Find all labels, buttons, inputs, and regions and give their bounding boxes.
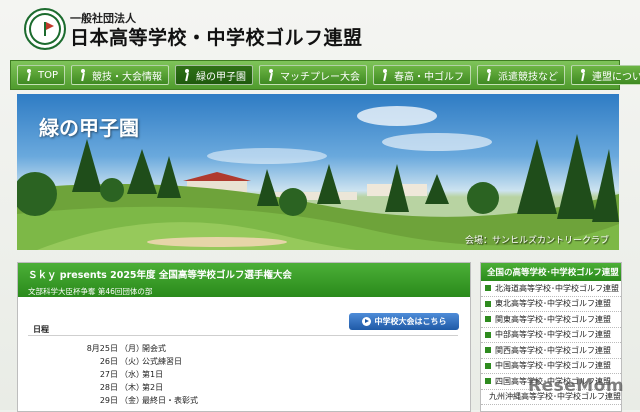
schedule-row: 8月25日 （月） 開会式 <box>48 343 198 356</box>
schedule-event: 第2日 <box>142 383 164 392</box>
sidebar-link-kansai[interactable]: 関西高等学校･中学校ゴルフ連盟 <box>481 343 621 359</box>
tournament-title: Ｓｋｙ presents 2025年度 全国高等学校ゴルフ選手権大会 <box>28 270 292 281</box>
schedule-date: 26日 <box>99 357 118 366</box>
bullet-icon <box>485 300 491 307</box>
main-nav: TOP 競技・大会情報 緑の甲子園 マッチプレー大会 春高・中ゴルフ 派遣競技な… <box>10 60 640 90</box>
sidebar-link-tohoku[interactable]: 東北高等学校･中学校ゴルフ連盟 <box>481 297 621 312</box>
schedule-event: 第1日 <box>142 370 164 379</box>
golfer-icon <box>380 69 390 81</box>
federation-logo[interactable] <box>24 8 66 50</box>
schedule-day: （木） <box>120 383 144 392</box>
nav-item-dispatch[interactable]: 派遣競技など <box>477 65 566 85</box>
golfer-icon <box>78 69 88 81</box>
golfer-icon <box>484 69 494 81</box>
nav-label: 連盟について <box>592 71 640 83</box>
nav-item-competitions[interactable]: 競技・大会情報 <box>71 65 170 85</box>
nav-item-match-play[interactable]: マッチプレー大会 <box>259 65 368 85</box>
nav-label: TOP <box>38 69 59 81</box>
sidebar-link-chubu[interactable]: 中部高等学校･中学校ゴルフ連盟 <box>481 328 621 343</box>
schedule-event: 最終日・表彰式 <box>142 396 198 405</box>
schedule-date: 27日 <box>99 370 118 379</box>
nav-label: 派遣競技など <box>498 71 559 83</box>
banner-title: 緑の甲子園 <box>39 116 139 140</box>
venue-caption: 会場：サンヒルズカントリークラブ <box>464 236 609 246</box>
golfer-icon <box>182 69 192 81</box>
nav-label: 春高・中ゴルフ <box>394 71 465 83</box>
schedule-row: 28日 （木） 第2日 <box>48 382 198 395</box>
button-label: 中学校大会はこちら <box>374 317 447 326</box>
schedule-day: （月） <box>120 344 144 353</box>
nav-item-top[interactable]: TOP <box>17 65 66 85</box>
golfer-icon <box>578 69 588 81</box>
schedule-day: （金） <box>120 396 144 405</box>
bullet-icon <box>485 362 491 369</box>
bullet-icon <box>485 378 491 385</box>
schedule-list: 8月25日 （月） 開会式 26日 （火） 公式練習日 27日 （水） 第1日 28日 （木）… <box>48 343 198 408</box>
golfer-icon <box>266 69 276 81</box>
schedule-event: 公式練習日 <box>142 357 182 366</box>
sidebar-link-label: 関西高等学校･中学校ゴルフ連盟 <box>495 345 611 355</box>
flag-icon <box>44 22 54 36</box>
sidebar-link-label: 東北高等学校･中学校ゴルフ連盟 <box>495 299 611 309</box>
sidebar-link-label: 中部高等学校･中学校ゴルフ連盟 <box>495 330 611 340</box>
hero-banner: 緑の甲子園 会場：サンヒルズカントリークラブ <box>17 94 619 250</box>
divider <box>28 335 458 336</box>
sidebar-link-chugoku[interactable]: 中国高等学校･中学校ゴルフ連盟 <box>481 359 621 374</box>
tournament-info-panel: Ｓｋｙ presents 2025年度 全国高等学校ゴルフ選手権大会 文部科学大… <box>17 262 471 412</box>
nav-item-about[interactable]: 連盟について <box>571 65 640 85</box>
schedule-date: 29日 <box>99 396 118 405</box>
tournament-subtitle: 文部科学大臣杯争奪 第46回団体の部 <box>28 287 153 296</box>
nav-item-spring[interactable]: 春高・中ゴルフ <box>373 65 472 85</box>
sidebar-title: 全国の高等学校･中学校ゴルフ連盟 <box>481 263 621 281</box>
sidebar-link-label: 北海道高等学校･中学校ゴルフ連盟 <box>495 283 619 293</box>
schedule-event: 開会式 <box>142 344 166 353</box>
schedule-row: 26日 （火） 公式練習日 <box>48 356 198 369</box>
bullet-icon <box>485 347 491 354</box>
junior-high-tournament-button[interactable]: 中学校大会はこちら <box>349 313 459 330</box>
bullet-icon <box>485 331 491 338</box>
sidebar-link-kanto[interactable]: 関東高等学校･中学校ゴルフ連盟 <box>481 312 621 328</box>
arrow-right-icon <box>361 317 371 326</box>
resemom-watermark: ReseMom <box>528 376 625 396</box>
schedule-label: 日程 <box>33 325 49 334</box>
panel-header: Ｓｋｙ presents 2025年度 全国高等学校ゴルフ選手権大会 文部科学大… <box>18 263 470 297</box>
nav-label: 緑の甲子園 <box>196 71 247 83</box>
nav-label: 競技・大会情報 <box>92 71 163 83</box>
golfer-icon <box>24 69 34 81</box>
schedule-day: （水） <box>120 370 144 379</box>
sidebar-link-label: 中国高等学校･中学校ゴルフ連盟 <box>495 361 611 371</box>
nav-label: マッチプレー大会 <box>280 71 361 83</box>
page: 一般社団法人 日本高等学校・中学校ゴルフ連盟 TOP 競技・大会情報 緑の甲子園… <box>0 0 640 412</box>
schedule-row: 27日 （水） 第1日 <box>48 369 198 382</box>
nav-item-midori-koshien[interactable]: 緑の甲子園 <box>175 65 254 85</box>
schedule-row: 29日 （金） 最終日・表彰式 <box>48 395 198 408</box>
sidebar-link-hokkaido[interactable]: 北海道高等学校･中学校ゴルフ連盟 <box>481 281 621 297</box>
bullet-icon <box>485 316 491 323</box>
sidebar-link-label: 関東高等学校･中学校ゴルフ連盟 <box>495 314 611 324</box>
org-name[interactable]: 日本高等学校・中学校ゴルフ連盟 <box>70 23 363 50</box>
schedule-date: 28日 <box>99 383 118 392</box>
schedule-day: （火） <box>120 357 144 366</box>
bullet-icon <box>485 285 491 292</box>
schedule-date: 8月25日 <box>86 344 118 353</box>
